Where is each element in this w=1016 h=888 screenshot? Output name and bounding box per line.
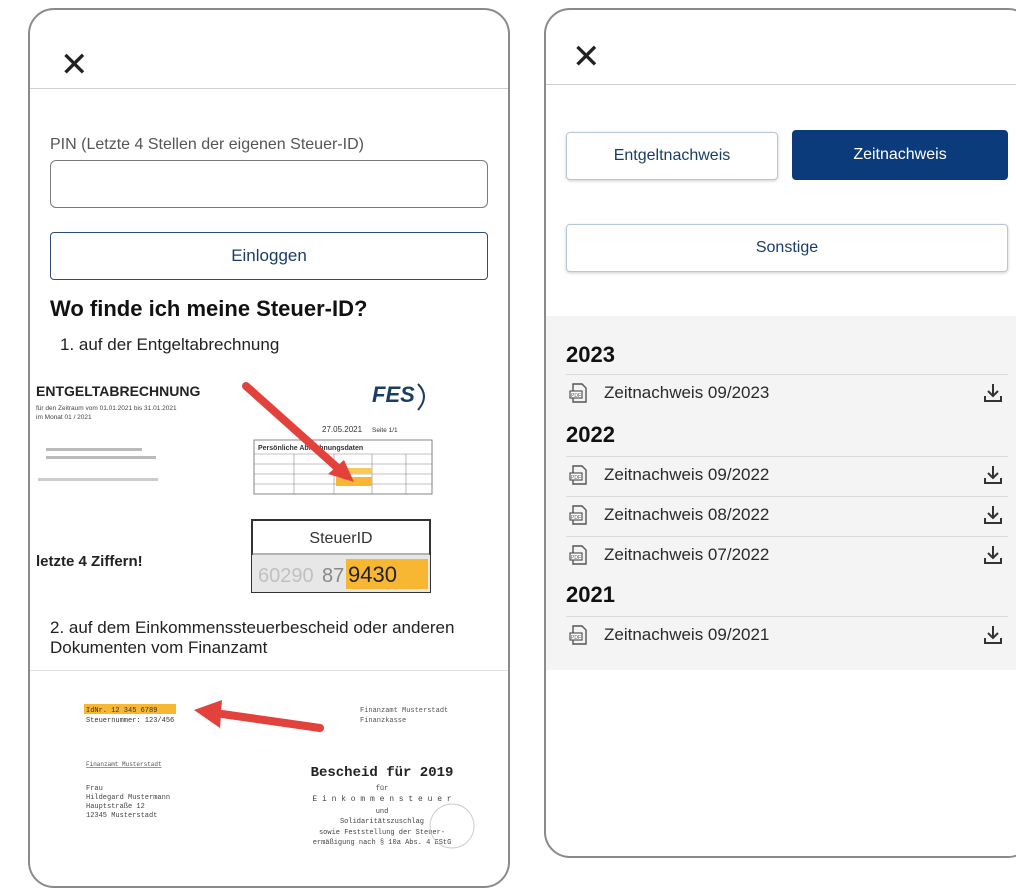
list-item[interactable]: PDF Zeitnachweis 09/2022 [566,456,1008,492]
payslip-date: 27.05.2021 [322,425,363,434]
sender-text: Finanzamt Musterstadt [86,761,162,768]
list-item[interactable]: PDF Zeitnachweis 07/2022 [566,536,1008,572]
last-four-digits-hint: letzte 4 Ziffern! [36,553,143,570]
blur-line [46,448,142,451]
pdf-file-icon: PDF [569,504,587,525]
addr-line-2: Hildegard Mustermann [86,794,170,802]
fes-logo: FES [372,382,415,407]
highlighted-steuerid-cell [336,477,372,486]
steuerid-blurred-prefix: 60290 [258,565,314,587]
tab-entgeltnachweis[interactable]: Entgeltnachweis [566,132,778,180]
office-text: Finanzamt Musterstadt [360,707,448,715]
notice-title: Bescheid für 2019 [311,765,454,781]
download-icon[interactable] [982,544,1004,566]
pin-input[interactable] [50,160,488,208]
year-heading-2023: 2023 [566,342,615,367]
notice-line-2: E i n k o m m e n s t e u e r [312,795,451,804]
year-heading-2021: 2021 [566,582,615,607]
notice-line-3: und [376,808,389,816]
payslip-period: für den Zeitraum vom 01.01.2021 bis 31.0… [36,405,177,412]
list-item[interactable]: PDF Zeitnachweis 09/2023 [566,374,1008,410]
login-button[interactable]: Einloggen [50,232,488,280]
list-item[interactable]: PDF Zeitnachweis 08/2022 [566,496,1008,532]
steuerid-last-four: 9430 [348,562,397,587]
download-icon[interactable] [982,464,1004,486]
left-phone-screen: ✕ PIN (Letzte 4 Stellen der eigenen Steu… [28,8,510,888]
svg-text:PDF: PDF [571,393,581,399]
download-icon[interactable] [982,504,1004,526]
list-item[interactable]: PDF Zeitnachweis 09/2021 [566,616,1008,652]
addr-line-1: Frau [86,785,103,793]
red-arrow-2-head [194,700,222,728]
payslip-page: Seite 1/1 [372,427,398,434]
steuerid-blurred-mid: 87 [322,565,344,587]
notice-line-4: Solidaritätszuschlag [340,818,424,826]
payslip-heading: ENTGELTABRECHNUNG [36,383,200,399]
addr-line-4: 12345 Musterstadt [86,812,157,820]
svg-text:PDF: PDF [571,555,581,561]
list-item-label: Zeitnachweis 09/2023 [604,382,770,402]
step-2-text: 2. auf dem Einkommenssteuerbescheid oder… [50,618,455,657]
idnr-text: IdNr. 12 345 6789 [86,707,157,715]
pdf-file-icon: PDF [569,464,587,485]
faq-title: Wo finde ich meine Steuer-ID? [50,296,368,321]
download-icon[interactable] [982,624,1004,646]
header-divider [546,84,1016,85]
svg-text:PDF: PDF [571,635,581,641]
payslip-month: im Monat 01 / 2021 [36,414,92,421]
right-phone-screen: ✕ Entgeltnachweis Zeitnachweis Sonstige … [544,8,1016,858]
pdf-file-icon: PDF [569,544,587,565]
close-icon[interactable]: ✕ [60,48,89,82]
red-arrow-2 [218,710,324,732]
list-item-label: Zeitnachweis 08/2022 [604,504,770,524]
office-sub-text: Finanzkasse [360,717,406,725]
steuernummer-text: Steuernummer: 123/456 [86,717,174,725]
tab-sonstige[interactable]: Sonstige [566,224,1008,272]
notice-line-1: für [376,785,389,793]
notice-line-5: sowie Feststellung der Steuer- [319,829,445,837]
header-divider [30,88,508,89]
list-item-label: Zeitnachweis 09/2022 [604,464,770,484]
stamp-mark [429,803,475,849]
tax-notice-example-image: IdNr. 12 345 6789 Steuernummer: 123/456 … [84,700,475,849]
year-heading-2022: 2022 [566,422,615,447]
svg-text:PDF: PDF [571,515,581,521]
list-item-label: Zeitnachweis 09/2021 [604,624,770,644]
svg-text:PDF: PDF [571,475,581,481]
step-1-text: 1. auf der Entgeltabrechnung [60,335,280,354]
steuerid-box-title: SteuerID [309,530,372,547]
list-item-label: Zeitnachweis 07/2022 [604,544,770,564]
addr-line-3: Hauptstraße 12 [86,803,145,811]
tab-zeitnachweis[interactable]: Zeitnachweis [792,130,1008,180]
close-icon[interactable]: ✕ [572,40,601,74]
blur-line [38,478,158,481]
pdf-file-icon: PDF [569,624,587,645]
fes-logo-swoosh [417,383,425,411]
payslip-example-image: ENTGELTABRECHNUNG für den Zeitraum vom 0… [36,382,433,593]
notice-line-6: ermäßigung nach § 10a Abs. 4 EStG [313,839,452,847]
download-icon[interactable] [982,382,1004,404]
blur-line [46,456,156,459]
pdf-file-icon: PDF [569,382,587,403]
pin-label: PIN (Letzte 4 Stellen der eigenen Steuer… [50,136,364,153]
